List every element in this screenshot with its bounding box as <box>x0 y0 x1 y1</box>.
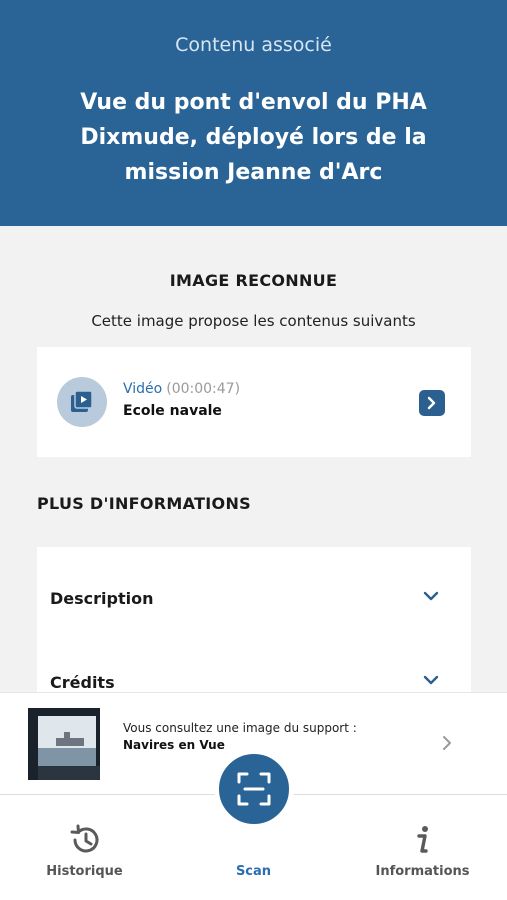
chevron-down-icon <box>423 591 439 601</box>
header-banner: Contenu associé Vue du pont d'envol du P… <box>0 0 507 226</box>
chevron-right-icon <box>427 396 436 410</box>
scan-icon <box>237 772 271 806</box>
nav-history-label: Historique <box>46 864 123 879</box>
video-type-label: Vidéo (00:00:47) <box>123 381 240 397</box>
content-title: Vue du pont d'envol du PHA Dixmude, dépl… <box>80 90 427 185</box>
info-accordion: Description Crédits <box>37 547 471 707</box>
open-video-button[interactable] <box>419 390 445 416</box>
support-name: Navires en Vue <box>123 738 225 752</box>
scan-button[interactable] <box>214 749 294 829</box>
nav-history[interactable]: Historique <box>0 795 169 900</box>
support-caption: Vous consultez une image du support : <box>123 721 357 735</box>
nav-scan-label: Scan <box>235 864 272 879</box>
support-thumbnail <box>28 708 100 780</box>
video-library-icon <box>57 377 107 427</box>
accordion-description[interactable]: Description <box>37 557 471 617</box>
chevron-down-icon <box>423 675 439 685</box>
nav-informations[interactable]: Informations <box>338 795 507 900</box>
accordion-description-label: Description <box>50 589 154 608</box>
history-icon <box>70 824 99 853</box>
more-info-title: PLUS D'INFORMATIONS <box>37 494 251 513</box>
video-type: Vidéo <box>123 381 163 397</box>
recognized-title: IMAGE RECONNUE <box>169 271 338 290</box>
video-content-card[interactable]: Vidéo (00:00:47) Ecole navale <box>37 347 471 457</box>
info-icon <box>417 826 428 853</box>
header-kicker: Contenu associé <box>175 34 332 56</box>
chevron-right-icon <box>443 736 451 750</box>
nav-informations-label: Informations <box>375 864 470 879</box>
accordion-credits-label: Crédits <box>50 673 115 692</box>
recognized-subtitle: Cette image propose les contenus suivant… <box>91 312 416 330</box>
video-duration: (00:00:47) <box>166 381 241 397</box>
video-title: Ecole navale <box>123 403 222 419</box>
